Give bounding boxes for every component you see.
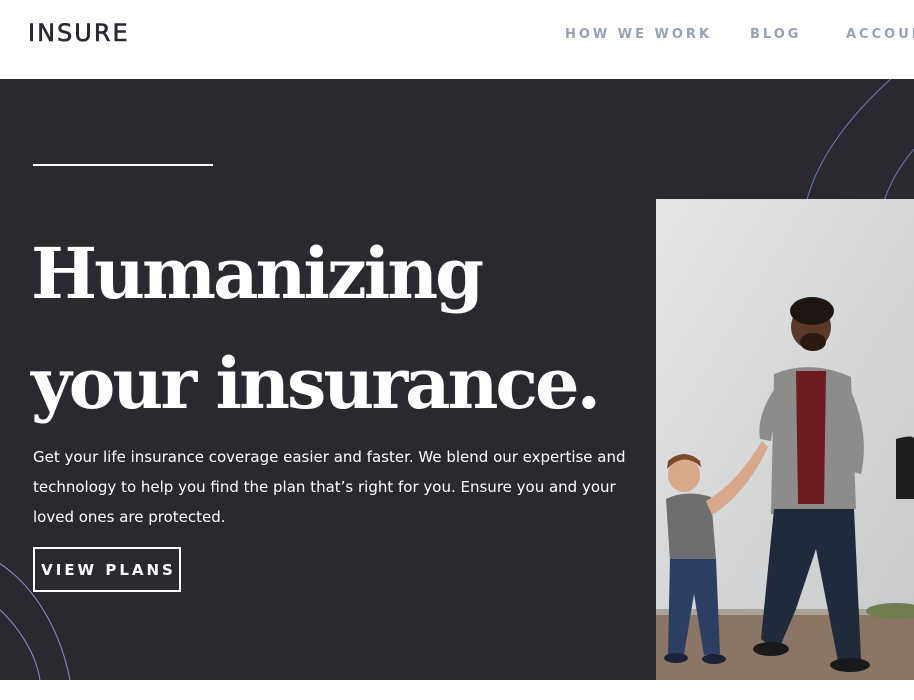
hero-title-line-1: Humanizing	[31, 232, 484, 315]
hero-title: Humanizing your insurance.	[31, 219, 631, 439]
hero-divider-line	[33, 164, 213, 166]
family-walking-photo	[656, 199, 914, 700]
site-header: INSURE HOW WE WORK BLOG ACCOUNT	[0, 0, 914, 79]
view-plans-button[interactable]: VIEW PLANS	[33, 547, 181, 592]
nav-link-how-we-work[interactable]: HOW WE WORK	[565, 27, 712, 42]
nav-link-blog[interactable]: BLOG	[750, 27, 801, 42]
hero-title-line-2: your insurance.	[31, 342, 601, 425]
hero-image	[656, 199, 914, 700]
next-section	[0, 680, 914, 700]
hero-description: Get your life insurance coverage easier …	[33, 448, 626, 526]
logo[interactable]: INSURE	[28, 19, 130, 48]
nav-link-account[interactable]: ACCOUNT	[846, 27, 914, 42]
